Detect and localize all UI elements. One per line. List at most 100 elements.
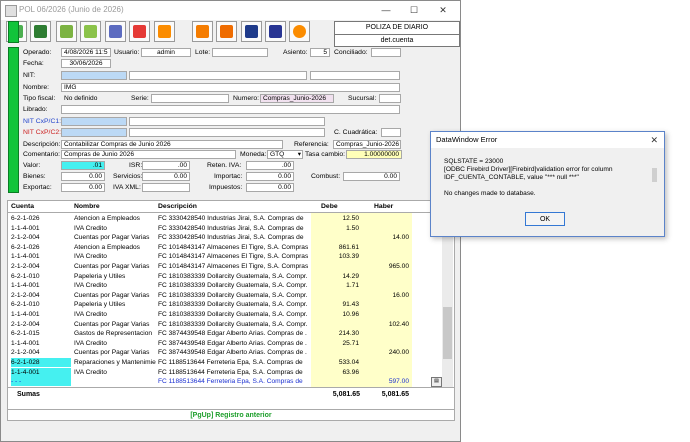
cell-descripcion[interactable]: FC 3330428540 Industrias Jirai, S.A. Com… [158, 224, 308, 233]
tipo-fiscal-field[interactable]: No definido [61, 94, 127, 103]
table-row[interactable]: 2-1-2-004 Cuentas por Pagar Varias FC 3330… [8, 233, 454, 242]
cell-cuenta[interactable]: 6-2-1-026 [11, 243, 71, 252]
tasa-field[interactable]: 1.00000000 [346, 150, 402, 159]
table-row[interactable]: 1-1-4-001 IVA Credito FC 1014843147 Almace… [8, 252, 454, 261]
help-button[interactable] [289, 21, 310, 42]
cell-nombre[interactable]: Cuentas por Pagar Varias [74, 262, 156, 271]
table-row[interactable]: 6-2-1-010 Papeleria y Utiles FC 1810383339… [8, 272, 454, 281]
dialog-message[interactable]: SQLSTATE = 23000 [ODBC Firebird Driver][… [444, 158, 658, 207]
cell-descripcion[interactable]: FC 1810383339 Dollarcity Guatemala, S.A.… [158, 300, 308, 309]
nit-cxp2-name-field[interactable] [129, 128, 325, 137]
nit-cxp2-field[interactable] [61, 128, 127, 137]
cell-cuenta[interactable]: 1-1-4-001 [11, 281, 71, 290]
cell-cuenta[interactable]: 2-1-2-004 [11, 348, 71, 357]
ok-button[interactable]: OK [525, 212, 565, 226]
sucursal-field[interactable] [379, 94, 401, 103]
cell-descripcion[interactable]: FC 3330428540 Industrias Jirai, S.A. Com… [158, 233, 308, 242]
usuario-field[interactable]: admin [141, 48, 191, 57]
cell-cuenta[interactable]: 2-1-2-004 [11, 233, 71, 242]
cell-haber[interactable] [363, 329, 409, 338]
edit-button[interactable] [56, 21, 77, 42]
cell-debe[interactable] [313, 348, 359, 357]
cell-haber[interactable]: 597.00 [363, 377, 409, 386]
cell-nombre[interactable]: Papeleria y Utiles [74, 272, 156, 281]
close-button[interactable]: ✕ [429, 3, 457, 18]
referencia-field[interactable]: Compras_Junio-2026 [333, 140, 401, 149]
calculator-button[interactable] [105, 21, 126, 42]
grid-scrollbar[interactable] [442, 212, 453, 387]
cell-haber[interactable] [363, 252, 409, 261]
iva-xml-field[interactable] [142, 183, 190, 192]
cell-debe[interactable]: 14.29 [313, 272, 359, 281]
cell-nombre[interactable]: Cuentas por Pagar Varias [74, 291, 156, 300]
cell-cuenta[interactable]: 6-2-1-015 [11, 329, 71, 338]
cell-nombre[interactable]: IVA Credito [74, 224, 156, 233]
cell-haber[interactable]: 965.00 [363, 262, 409, 271]
cell-debe[interactable]: 12.50 [313, 214, 359, 223]
cell-nombre[interactable]: IVA Credito [74, 281, 156, 290]
table-row[interactable]: 1-1-4-001 IVA Credito FC 3330428540 Indust… [8, 224, 454, 233]
cell-descripcion[interactable]: FC 3330428540 Industrias Jirai, S.A. Com… [158, 214, 308, 223]
lote-field[interactable] [212, 48, 268, 57]
cell-haber[interactable]: 14.00 [363, 233, 409, 242]
grid-button-icon[interactable]: ▤ [431, 377, 442, 387]
cell-nombre[interactable]: IVA Credito [74, 339, 156, 348]
cell-debe[interactable] [313, 320, 359, 329]
impuestos-field[interactable]: 0.00 [246, 183, 294, 192]
table-row[interactable]: 1-1-4-001 IVA Credito FC 1810383339 Dollar… [8, 281, 454, 290]
fecha-field[interactable]: 30/06/2026 [61, 59, 111, 68]
cell-debe[interactable] [313, 233, 359, 242]
table-row[interactable]: - - - FC 1188513644 Ferreteria Epa, S.A. … [8, 377, 454, 387]
cell-descripcion[interactable]: FC 1188513644 Ferreteria Epa, S.A. Compr… [158, 358, 308, 367]
cell-haber[interactable] [363, 281, 409, 290]
table-row[interactable]: 6-2-1-026 Atencion a Empleados FC 33304285… [8, 214, 454, 223]
cell-haber[interactable]: 16.00 [363, 291, 409, 300]
cell-descripcion[interactable]: FC 3874439548 Edgar Alberto Arias. Compr… [158, 329, 308, 338]
nit-extra-field[interactable] [129, 71, 307, 80]
cell-cuenta[interactable]: 1-1-4-001 [11, 252, 71, 261]
table-row[interactable]: 2-1-2-004 Cuentas por Pagar Varias FC 1810… [8, 291, 454, 300]
table-row[interactable]: 1-1-4-001 IVA Credito FC 1188513644 Ferret… [8, 367, 454, 377]
cell-cuenta[interactable]: - - - [11, 377, 71, 387]
table-row[interactable]: 2-1-2-004 Cuentas por Pagar Varias FC 1014… [8, 262, 454, 271]
delete-button[interactable] [129, 21, 150, 42]
isr-field[interactable]: .00 [142, 161, 190, 170]
cell-haber[interactable] [363, 224, 409, 233]
cell-nombre[interactable]: Atencion a Empleados [74, 214, 156, 223]
nit-extra2-field[interactable] [310, 71, 400, 80]
cell-debe[interactable]: 25.71 [313, 339, 359, 348]
numero-field[interactable]: Compras_Junio-2026 [260, 94, 334, 103]
cell-nombre[interactable]: IVA Credito [74, 368, 156, 377]
cell-nombre[interactable]: IVA Credito [74, 252, 156, 261]
cell-cuenta[interactable]: 6-2-1-010 [11, 272, 71, 281]
dialog-scrollbar[interactable] [652, 168, 657, 182]
cell-nombre[interactable]: Gastos de Representacion [74, 329, 156, 338]
cell-debe[interactable]: 1.50 [313, 224, 359, 233]
nit-cxp1-field[interactable] [61, 117, 127, 126]
cell-descripcion[interactable]: FC 1188513644 Ferreteria Epa, S.A. Compr… [158, 377, 308, 386]
cell-haber[interactable] [363, 310, 409, 319]
cell-debe[interactable]: 533.04 [313, 358, 359, 367]
view-selector[interactable]: det.cuenta [334, 34, 460, 47]
importac-field[interactable]: 0.00 [246, 172, 294, 181]
cell-debe[interactable] [313, 377, 359, 386]
cell-cuenta[interactable]: 6-2-1-026 [11, 214, 71, 223]
cell-descripcion[interactable]: FC 1014843147 Almacenes El Tigre, S.A. C… [158, 252, 308, 261]
cell-haber[interactable] [363, 300, 409, 309]
moneda-select[interactable]: GTQ ▾ [267, 150, 303, 159]
cell-cuenta[interactable]: 2-1-2-004 [11, 291, 71, 300]
cell-nombre[interactable]: Atencion a Empleados [74, 243, 156, 252]
cell-descripcion[interactable]: FC 1810383339 Dollarcity Guatemala, S.A.… [158, 272, 308, 281]
nit-field[interactable] [61, 71, 127, 80]
table-row[interactable]: 1-1-4-001 IVA Credito FC 1810383339 Dollar… [8, 310, 454, 319]
cell-haber[interactable]: 240.00 [363, 348, 409, 357]
cell-haber[interactable]: 102.40 [363, 320, 409, 329]
cell-nombre[interactable] [74, 377, 156, 386]
cell-debe[interactable]: 861.61 [313, 243, 359, 252]
cell-cuenta[interactable]: 2-1-2-004 [11, 262, 71, 271]
cell-cuenta[interactable]: 6-2-1-010 [11, 300, 71, 309]
combust-field[interactable]: 0.00 [343, 172, 400, 181]
print-button[interactable] [192, 21, 213, 42]
cell-debe[interactable]: 103.39 [313, 252, 359, 261]
descripcion-field[interactable]: Contabilizar Compras de Junio 2026 [61, 140, 283, 149]
